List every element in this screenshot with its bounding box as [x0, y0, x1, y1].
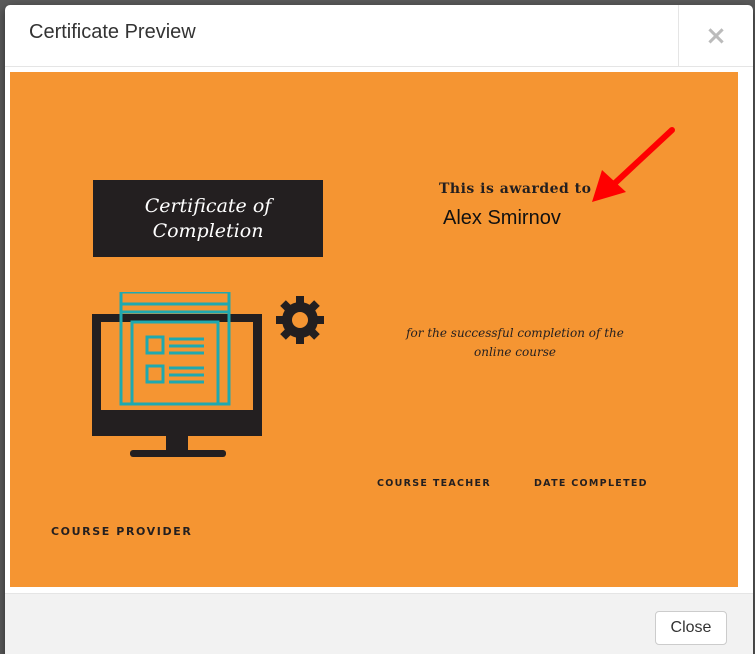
recipient-name: Alex Smirnov [443, 207, 561, 229]
awarded-to-label: This is awarded to [439, 181, 592, 197]
modal-footer: Close [5, 593, 753, 654]
annotation-arrow [592, 127, 675, 202]
modal-body: Certificate of Completion This is awarde… [5, 67, 753, 593]
gear-icon [276, 296, 324, 344]
modal-header: Certificate Preview × [5, 5, 753, 67]
modal-title: Certificate Preview [29, 21, 196, 43]
date-completed-label: DATE COMPLETED [534, 478, 648, 489]
course-provider-label: COURSE PROVIDER [51, 525, 193, 538]
close-icon[interactable]: × [678, 5, 753, 67]
certificate-image: Certificate of Completion This is awarde… [10, 72, 738, 587]
certificate-preview-modal: Certificate Preview × Certificate of Com… [5, 5, 753, 654]
certificate-title: Certificate of Completion [144, 194, 272, 242]
completion-text: for the successful completion of the onl… [406, 326, 624, 359]
certificate-title-box: Certificate of Completion [93, 180, 323, 257]
close-button[interactable]: Close [655, 611, 727, 645]
course-teacher-label: COURSE TEACHER [377, 478, 491, 489]
computer-illustration [92, 292, 324, 457]
